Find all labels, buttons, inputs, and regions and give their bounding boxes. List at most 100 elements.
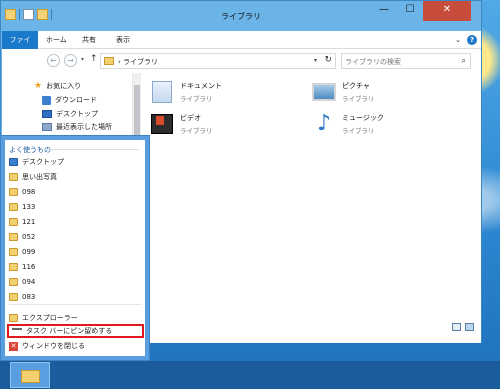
nav-item-label: ダウンロード: [55, 96, 97, 104]
search-box[interactable]: ⌕: [341, 53, 471, 69]
address-dropdown[interactable]: ▾: [314, 57, 317, 64]
folder-icon: [9, 188, 18, 196]
tab-view[interactable]: 表示: [110, 31, 136, 49]
jump-list-item-label: 116: [22, 263, 36, 271]
folder-icon: [9, 218, 18, 226]
tab-share[interactable]: 共有: [76, 31, 102, 49]
expand-ribbon-icon[interactable]: ⌄: [455, 36, 461, 44]
folder-icon: [9, 314, 18, 322]
jump-list-item-label: 133: [22, 203, 36, 211]
jump-list-item-label: 思い出写真: [22, 173, 57, 181]
jump-list-item[interactable]: 052: [9, 230, 35, 244]
folder-icon: [9, 278, 18, 286]
recent-places-icon: [42, 123, 52, 131]
folder-icon: [9, 203, 18, 211]
tab-home[interactable]: ホーム: [40, 31, 73, 49]
library-music[interactable]: ♪ ミュージック ライブラリ: [311, 111, 384, 137]
jump-list-item[interactable]: 094: [9, 275, 35, 289]
jump-list-item[interactable]: 098: [9, 185, 35, 199]
folder-icon: [9, 248, 18, 256]
desktop-icon: [42, 110, 52, 118]
jump-list-heading: よく使うもの: [9, 146, 51, 154]
jump-list-item-label: 098: [22, 188, 36, 196]
jump-list: よく使うもの デスクトップ 思い出写真 098 133 121 052 099 …: [0, 135, 150, 361]
jump-list-item[interactable]: 133: [9, 200, 35, 214]
search-icon[interactable]: ⌕: [462, 56, 466, 66]
back-button[interactable]: ←: [47, 54, 60, 67]
nav-item-recent-places[interactable]: 最近表示した場所: [42, 120, 112, 134]
close-window-task[interactable]: ✕ ウィンドウを閉じる: [9, 339, 85, 353]
folder-icon: [9, 263, 18, 271]
jump-list-item-label: デスクトップ: [22, 158, 64, 166]
pin-icon: [12, 328, 22, 334]
up-button[interactable]: ↑: [90, 54, 98, 64]
ribbon-controls: ⌄ ?: [455, 35, 477, 45]
library-name: ミュージック: [342, 114, 384, 122]
close-window-icon: ✕: [9, 341, 18, 351]
jump-list-divider: [9, 304, 141, 305]
library-name: ピクチャ: [342, 82, 370, 90]
close-button[interactable]: ✕: [423, 1, 471, 21]
taskbar: [0, 361, 500, 389]
recent-locations-dropdown[interactable]: ▾: [81, 56, 84, 63]
library-pictures[interactable]: ピクチャ ライブラリ: [311, 79, 375, 105]
minimize-button[interactable]: —: [371, 1, 397, 21]
music-icon: ♪: [316, 111, 332, 136]
jump-list-item-label: 121: [22, 218, 36, 226]
address-bar[interactable]: › ライブラリ ▾ ↻: [100, 53, 336, 69]
nav-item-favorites[interactable]: ★ お気に入り: [34, 79, 81, 93]
library-type: ライブラリ: [342, 127, 375, 135]
jump-list-item[interactable]: 099: [9, 245, 35, 259]
library-name: ドキュメント: [180, 82, 222, 90]
jump-list-item[interactable]: 116: [9, 260, 35, 274]
library-type: ライブラリ: [180, 127, 213, 135]
task-label: ウィンドウを閉じる: [22, 342, 85, 350]
scrollbar-thumb[interactable]: [134, 85, 140, 140]
taskbar-explorer-button[interactable]: [10, 362, 50, 388]
star-icon: ★: [34, 81, 43, 91]
library-videos[interactable]: ビデオ ライブラリ: [149, 111, 213, 137]
jump-list-item[interactable]: デスクトップ: [9, 155, 64, 169]
library-documents[interactable]: ドキュメント ライブラリ: [149, 79, 222, 105]
forward-button[interactable]: →: [64, 54, 77, 67]
open-explorer-task[interactable]: エクスプローラー: [9, 311, 78, 325]
title-bar[interactable]: ライブラリ — ☐ ✕: [1, 1, 481, 31]
desktop-icon: [9, 158, 18, 166]
jump-list-item-label: 083: [22, 293, 36, 301]
library-folder-icon: [104, 57, 114, 65]
search-input[interactable]: [345, 55, 455, 68]
nav-item-desktop[interactable]: デスクトップ: [42, 107, 98, 121]
jump-list-item-label: 099: [22, 248, 36, 256]
jump-list-item[interactable]: 121: [9, 215, 35, 229]
address-path[interactable]: › ライブラリ: [118, 57, 158, 67]
nav-item-downloads[interactable]: ダウンロード: [42, 93, 97, 107]
nav-item-label: デスクトップ: [56, 110, 98, 118]
jump-list-item[interactable]: 083: [9, 290, 35, 304]
heading-divider: [47, 149, 139, 150]
folder-icon: [9, 233, 18, 241]
library-type: ライブラリ: [342, 95, 375, 103]
task-label: タスク バーにピン留めする: [26, 327, 113, 335]
tab-file[interactable]: ファイル: [2, 31, 38, 62]
documents-icon: [149, 79, 175, 105]
library-name: ビデオ: [180, 114, 201, 122]
jump-list-item[interactable]: 思い出写真: [9, 170, 57, 184]
jump-list-item-label: 052: [22, 233, 36, 241]
videos-icon: [149, 111, 175, 137]
download-icon: [42, 95, 51, 105]
nav-item-label: 最近表示した場所: [56, 123, 112, 131]
folder-icon: [9, 293, 18, 301]
refresh-button[interactable]: ↻: [324, 55, 332, 65]
jump-list-item-label: 094: [22, 278, 36, 286]
help-icon[interactable]: ?: [467, 35, 477, 45]
pictures-icon: [311, 79, 337, 105]
library-type: ライブラリ: [180, 95, 213, 103]
large-icons-view-icon[interactable]: [465, 323, 474, 331]
details-view-icon[interactable]: [452, 323, 461, 331]
ribbon-tabs: ファイル ホーム 共有 表示 ⌄ ?: [2, 31, 481, 62]
task-label: エクスプローラー: [22, 314, 78, 322]
library-content: ドキュメント ライブラリ ピクチャ ライブラリ ビデオ ライブラリ ♪ ミュージ…: [141, 73, 481, 343]
address-toolbar: ← → ▾ ↑ › ライブラリ ▾ ↻ ⌕: [2, 49, 481, 73]
maximize-button[interactable]: ☐: [397, 1, 423, 21]
pin-to-taskbar-task[interactable]: タスク バーにピン留めする: [7, 324, 144, 338]
